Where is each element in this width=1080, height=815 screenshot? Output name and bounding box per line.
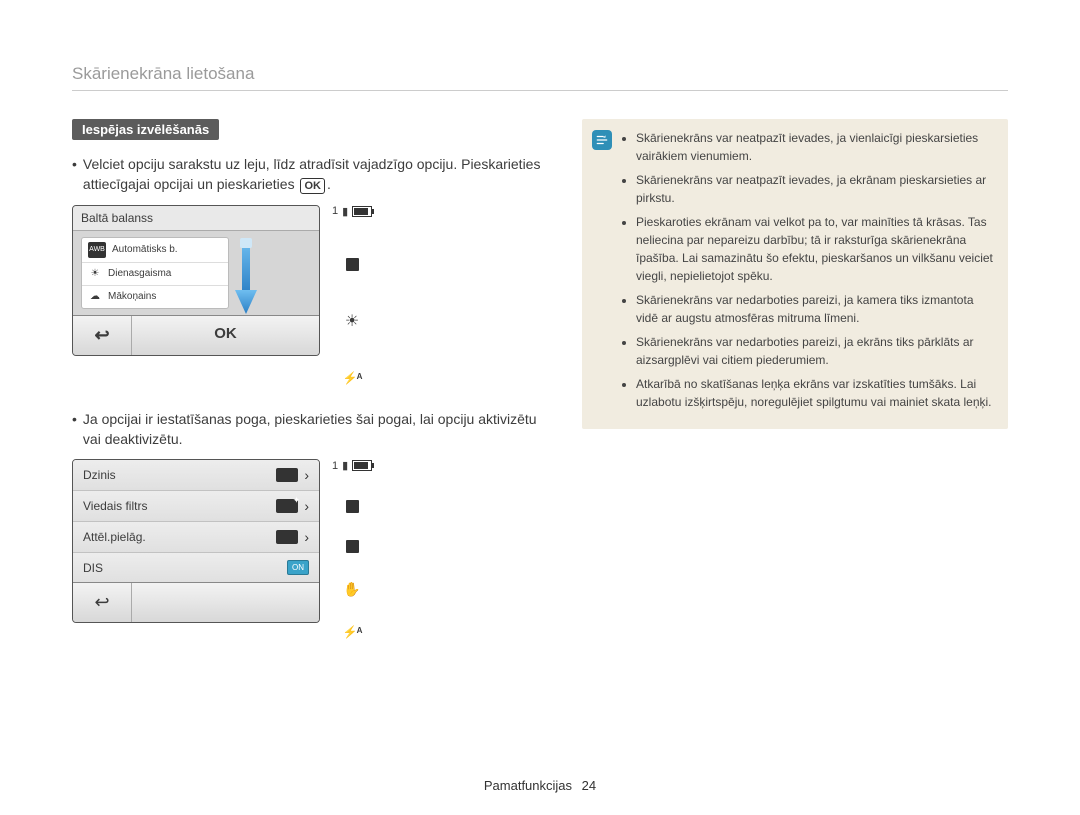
note-box: Skārienekrāns var neatpazīt ievades, ja … [582,119,1008,429]
panel1-option-list[interactable]: AWB Automātisks b. ☀ Dienasgaisma ☁ Māko… [81,237,229,309]
battery-icon [352,206,372,217]
mode-icon [346,258,359,271]
note-item: Skārienekrāns var neatpazīt ievades, ja … [636,171,996,207]
list-item[interactable]: ☁ Mākoņains [82,286,228,308]
chevron-right-icon: › [304,529,309,545]
flash-auto-icon: ⚡ᴬ [343,371,362,385]
on-toggle-badge[interactable]: ON [287,560,309,575]
list-item-label: Dienasgaisma [108,268,171,279]
option-row-smartfilter[interactable]: Viedais filtrs › [73,491,319,522]
panel1-title: Baltā balanss [81,211,153,225]
note-item: Skārienekrāns var nedarboties pareizi, j… [636,291,996,327]
settings-panel: Dzinis › Viedais filtrs › Attēl.pielāg. … [72,459,320,623]
page-footer: Pamatfunkcijas 24 [0,778,1080,793]
chevron-right-icon: › [304,498,309,514]
brightness-icon: ☀ [345,311,359,331]
awb-icon: AWB [88,242,106,258]
card-icon: ▮ [342,459,348,472]
mode2-icon [346,540,359,553]
option-row-drive[interactable]: Dzinis › [73,460,319,491]
flash-auto-icon: ⚡ᴬ [343,625,362,639]
option-label: Viedais filtrs [83,499,147,513]
list-item-label: Mākoņains [108,291,156,302]
card-icon: ▮ [342,205,348,218]
imageadjust-icon [276,530,298,544]
option-row-imageadjust[interactable]: Attēl.pielāg. › [73,522,319,553]
option-label: DIS [83,561,103,575]
note-item: Atkarībā no skatīšanas leņķa ekrāns var … [636,375,996,411]
option-label: Dzinis [83,468,116,482]
drag-down-arrow-icon [231,236,261,322]
note-info-icon [592,130,612,150]
paragraph-1: • Velciet opciju sarakstu uz leju, līdz … [72,154,552,195]
note-item: Skārienekrāns var nedarboties pareizi, j… [636,333,996,369]
back-button[interactable]: ↩ [73,316,132,355]
footer-label: Pamatfunkcijas [484,778,572,793]
drive-icon [276,468,298,482]
footer-page-number: 24 [582,778,596,793]
list-item[interactable]: AWB Automātisks b. [82,238,228,263]
panel1-side-status: 1 ▮ ☀ ⚡ᴬ [332,205,372,385]
ok-glyph-icon: OK [300,178,325,194]
mode-icon [346,500,359,513]
back-button[interactable]: ↩ [73,583,132,622]
note-item: Skārienekrāns var neatpazīt ievades, ja … [636,129,996,165]
option-row-dis[interactable]: DIS ON [73,553,319,582]
list-item[interactable]: ☀ Dienasgaisma [82,263,228,286]
note-item: Pieskaroties ekrānam vai velkot pa to, v… [636,213,996,285]
hand-icon: ✋ [343,581,360,598]
smartfilter-icon [276,499,298,513]
white-balance-panel: Baltā balanss AWB Automātisks b. ☀ Diena… [72,205,320,356]
paragraph-2: • Ja opcijai ir iestatīšanas poga, piesk… [72,409,552,450]
cloud-icon: ☁ [88,290,102,304]
counter-label: 1 [332,205,338,217]
chevron-right-icon: › [304,467,309,483]
page-title: Skārienekrāna lietošana [72,64,1008,91]
list-item-label: Automātisks b. [112,244,178,255]
battery-icon [352,460,372,471]
ok-button[interactable]: OK [132,316,319,355]
option-label: Attēl.pielāg. [83,530,146,544]
counter-label: 1 [332,460,338,472]
sun-icon: ☀ [88,267,102,281]
section-badge: Iespējas izvēlēšanās [72,119,219,140]
panel2-side-status: 1 ▮ ✋ ⚡ᴬ [332,459,372,639]
